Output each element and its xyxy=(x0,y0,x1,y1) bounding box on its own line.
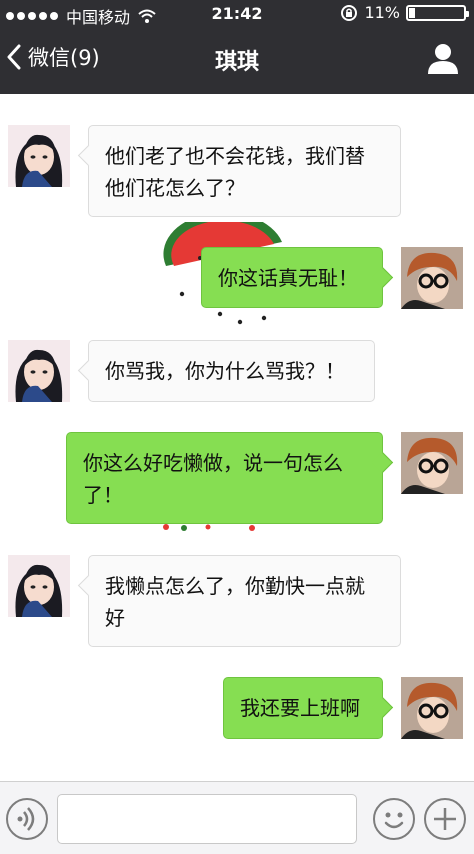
avatar-girl-image xyxy=(8,125,70,187)
person-icon[interactable] xyxy=(426,42,460,76)
input-bar xyxy=(0,781,474,854)
voice-icon xyxy=(17,807,35,831)
message-line: 他们老了也不会花钱，我们替 xyxy=(105,144,365,168)
chat-title: 琪琪 xyxy=(214,50,259,75)
message-bubble-sent[interactable]: 我还要上班啊 xyxy=(223,677,383,739)
message-line: 我懒点怎么了，你勤快一点就 xyxy=(105,574,365,598)
battery-icon xyxy=(406,4,469,21)
message-input[interactable] xyxy=(57,794,357,844)
status-bar: 中国移动 21:42 11% xyxy=(0,0,474,28)
message-text: 你这话真无耻！ xyxy=(218,266,358,290)
battery-level xyxy=(409,7,416,18)
message-text: 他们老了也不会花钱，我们替 他们花怎么了？ xyxy=(105,144,365,200)
message-bubble-received[interactable]: 他们老了也不会花钱，我们替 他们花怎么了？ xyxy=(88,125,401,217)
plus-icon xyxy=(434,808,456,830)
my-avatar[interactable] xyxy=(401,247,463,309)
more-button[interactable] xyxy=(424,798,466,840)
emoji-icon xyxy=(384,812,404,829)
my-avatar[interactable] xyxy=(401,677,463,739)
contact-avatar[interactable] xyxy=(8,555,70,617)
avatar-girl-image xyxy=(8,555,70,617)
message-line: 好 xyxy=(105,606,125,630)
message-line: 了！ xyxy=(83,483,123,507)
message-text: 你这么好吃懒做，说一句怎么 了！ xyxy=(83,451,343,507)
message-bubble-sent[interactable]: 你这么好吃懒做，说一句怎么 了！ xyxy=(66,432,383,524)
message-bubble-received[interactable]: 我懒点怎么了，你勤快一点就好 xyxy=(88,555,401,647)
message-line: 他们花怎么了？ xyxy=(105,176,245,200)
contact-avatar[interactable] xyxy=(8,125,70,187)
battery-percent: 11% xyxy=(364,3,400,22)
message-text: 你骂我，你为什么骂我？！ xyxy=(105,359,345,383)
my-avatar[interactable] xyxy=(401,432,463,494)
avatar-boy-image xyxy=(401,677,463,739)
message-line: 你这么好吃懒做，说一句怎么 xyxy=(83,451,343,475)
voice-button[interactable] xyxy=(6,798,48,840)
message-bubble-received[interactable]: 你骂我，你为什么骂我？！ xyxy=(88,340,375,402)
avatar-boy-image xyxy=(401,247,463,309)
message-bubble-sent[interactable]: 你这话真无耻！ xyxy=(201,247,383,308)
contact-avatar[interactable] xyxy=(8,340,70,402)
status-right: 11% xyxy=(340,3,469,22)
chat-area[interactable]: 他们老了也不会花钱，我们替 他们花怎么了？ 你这话真无耻！ 你骂我，你为什么骂我？… xyxy=(0,94,474,781)
message-text: 我还要上班啊 xyxy=(240,696,360,720)
watermelon-crumbs xyxy=(163,524,255,531)
message-text: 我懒点怎么了，你勤快一点就好 xyxy=(105,574,365,630)
avatar-boy-image xyxy=(401,432,463,494)
rotation-lock-icon xyxy=(341,4,358,21)
avatar-girl-image xyxy=(8,340,70,402)
navigation-bar: 微信(9) 琪琪 xyxy=(0,28,474,94)
emoji-button[interactable] xyxy=(373,798,415,840)
